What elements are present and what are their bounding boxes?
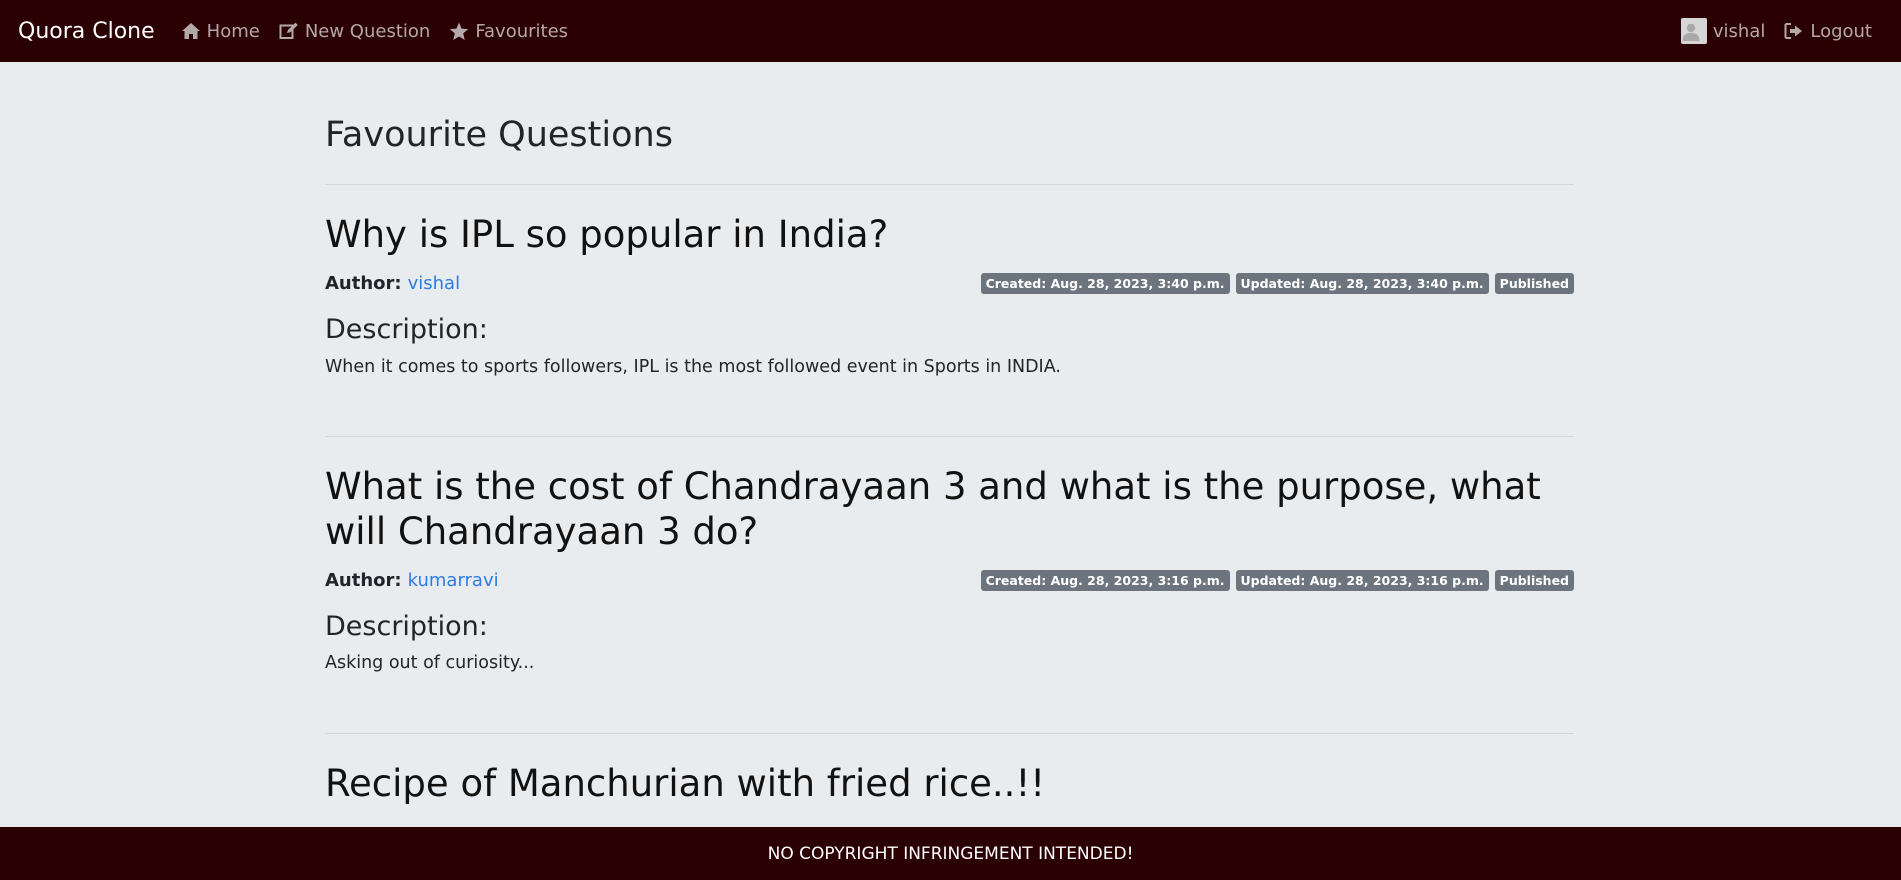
question-card: Why is IPL so popular in India? Author: v… bbox=[325, 185, 1574, 379]
author-link[interactable]: vishal bbox=[408, 273, 460, 294]
status-badge: Published bbox=[1494, 273, 1574, 295]
author-link[interactable]: kumarravi bbox=[408, 570, 499, 591]
user-name: vishal bbox=[1712, 20, 1766, 42]
description-text: When it comes to sports followers, IPL i… bbox=[325, 356, 1061, 377]
nav-new-question-label: New Question bbox=[304, 20, 431, 42]
edit-icon bbox=[279, 22, 298, 39]
author-info: Author: kumarravi bbox=[325, 570, 499, 591]
question-badges: Created: Aug. 28, 2023, 3:16 p.m. Update… bbox=[975, 570, 1574, 592]
question-badges: Created: Aug. 28, 2023, 3:40 p.m. Update… bbox=[975, 273, 1574, 295]
updated-badge: Updated: Aug. 28, 2023, 3:16 p.m. bbox=[1235, 570, 1489, 592]
author-info: Author: vishal bbox=[325, 273, 460, 294]
main-content: Favourite Questions Why is IPL so popula… bbox=[325, 62, 1574, 806]
home-icon bbox=[181, 23, 200, 39]
nav-favourites-label: Favourites bbox=[475, 20, 569, 42]
navbar: Quora Clone Home New Question Favourites bbox=[0, 0, 1901, 62]
nav-favourites-link[interactable]: Favourites bbox=[449, 21, 568, 42]
logout-label: Logout bbox=[1810, 20, 1872, 42]
status-badge: Published bbox=[1494, 570, 1574, 592]
footer: NO COPYRIGHT INFRINGEMENT INTENDED! bbox=[0, 827, 1901, 880]
user-profile-link[interactable]: vishal bbox=[1680, 18, 1766, 44]
page-title: Favourite Questions bbox=[325, 115, 673, 155]
nav-right: vishal Logout bbox=[1680, 18, 1872, 44]
nav-home-link[interactable]: Home bbox=[181, 21, 260, 42]
user-avatar-icon bbox=[1682, 23, 1700, 41]
logout-link[interactable]: Logout bbox=[1784, 21, 1872, 42]
question-title[interactable]: Why is IPL so popular in India? bbox=[325, 213, 1574, 257]
created-badge: Created: Aug. 28, 2023, 3:40 p.m. bbox=[980, 273, 1230, 295]
question-meta: Author: kumarravi Created: Aug. 28, 2023,… bbox=[325, 570, 1574, 592]
description-heading: Description: bbox=[325, 314, 488, 346]
star-icon bbox=[450, 22, 469, 40]
question-meta: Author: vishal Created: Aug. 28, 2023, 3:… bbox=[325, 273, 1574, 295]
updated-badge: Updated: Aug. 28, 2023, 3:40 p.m. bbox=[1235, 273, 1489, 295]
question-title[interactable]: Recipe of Manchurian with fried rice..!! bbox=[325, 762, 1574, 806]
logout-icon bbox=[1784, 23, 1803, 39]
avatar bbox=[1680, 18, 1707, 44]
nav-home-label: Home bbox=[206, 20, 260, 42]
brand-link[interactable]: Quora Clone bbox=[18, 19, 155, 44]
footer-text: NO COPYRIGHT INFRINGEMENT INTENDED! bbox=[767, 843, 1134, 864]
question-card: What is the cost of Chandrayaan 3 and wh… bbox=[325, 437, 1574, 676]
author-label: Author: bbox=[325, 570, 402, 592]
question-title[interactable]: What is the cost of Chandrayaan 3 and wh… bbox=[325, 465, 1574, 554]
author-label: Author: bbox=[325, 273, 402, 295]
description-heading: Description: bbox=[325, 611, 488, 643]
created-badge: Created: Aug. 28, 2023, 3:16 p.m. bbox=[980, 570, 1230, 592]
question-card: Recipe of Manchurian with fried rice..!! bbox=[325, 734, 1574, 806]
nav-new-question-link[interactable]: New Question bbox=[279, 20, 431, 42]
description-text: Asking out of curiosity... bbox=[325, 653, 535, 674]
